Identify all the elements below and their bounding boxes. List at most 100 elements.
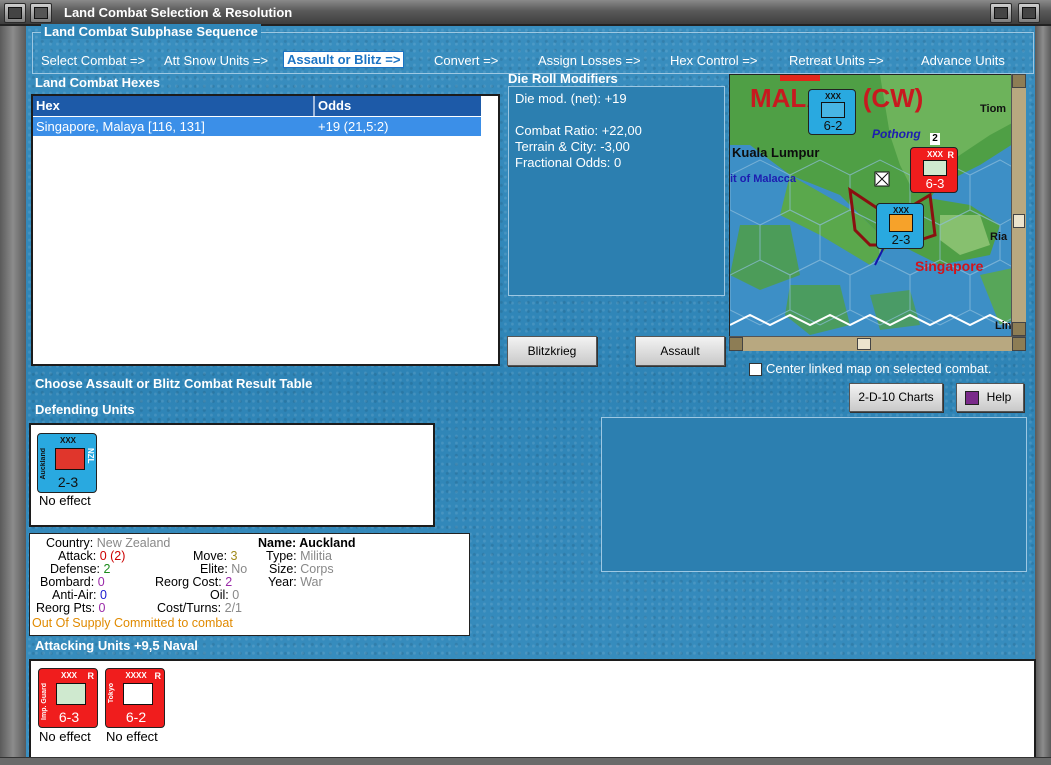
step-advance-units[interactable]: Advance Units	[921, 53, 1005, 68]
unit-size: XXX	[59, 436, 76, 445]
unit-name-vertical: Tokyo	[108, 683, 115, 704]
help-book-icon	[965, 391, 979, 405]
unit-details-panel: Country: New Zealand Attack: 0 (2) Defen…	[29, 533, 470, 636]
map-unit-auckland[interactable]: XXX 2-3	[876, 203, 924, 249]
map-vertical-scrollbar[interactable]	[1011, 74, 1026, 336]
detail-type: Type: Militia	[266, 549, 333, 563]
defending-label: Defending Units	[35, 402, 135, 417]
map-label-pothong: Pothong	[872, 127, 921, 141]
defending-unit-auckland[interactable]: XXX Auckland NZL 2-3	[37, 433, 97, 493]
minimize-button[interactable]	[30, 3, 52, 23]
map-label-malacca: it of Malacca	[730, 173, 797, 185]
unit-tag: R	[154, 671, 162, 681]
drm-label: Die Roll Modifiers	[508, 71, 618, 86]
drm-terrain-city: Terrain & City: -3,00	[515, 139, 630, 154]
dialog-content: Land Combat Subphase Sequence Select Com…	[26, 24, 1036, 765]
attacking-unit-imp-guard[interactable]: XXX R Imp. Guard 6-3	[38, 668, 98, 728]
detail-year: Year: War	[268, 575, 323, 589]
map-label-lin: Lin	[995, 320, 1012, 332]
subphase-steps: Select Combat => Att Snow Units => Assau…	[41, 51, 1031, 71]
militia-symbol-icon	[55, 448, 85, 470]
unit-strength: 6-2	[823, 118, 843, 133]
detail-status: Out Of Supply Committed to combat	[32, 616, 233, 630]
unit-strength: 2-3	[891, 232, 911, 247]
step-att-snow-units[interactable]: Att Snow Units =>	[164, 53, 268, 68]
blitzkrieg-button[interactable]: Blitzkrieg	[507, 336, 597, 366]
map-unit-sydney[interactable]: XXX 6-2	[808, 89, 856, 135]
col-odds-header[interactable]: Odds	[318, 98, 351, 113]
unit-size: XXX	[60, 671, 77, 680]
hexes-table[interactable]: Hex Odds Singapore, Malaya [116, 131] +1…	[31, 94, 500, 366]
defending-unit-result: No effect	[39, 493, 91, 508]
odds-cell: +19 (21,5:2)	[318, 119, 389, 134]
map-label-tiom: Tiom	[980, 103, 1007, 115]
unit-tag: R	[87, 671, 95, 681]
step-hex-control[interactable]: Hex Control =>	[670, 53, 757, 68]
col-hex-header[interactable]: Hex	[36, 98, 60, 113]
hexes-label: Land Combat Hexes	[35, 75, 160, 90]
restore-button[interactable]	[990, 3, 1012, 23]
detail-size: Size: Corps	[269, 562, 334, 576]
combat-fire-icon	[889, 214, 913, 232]
detail-antiair: Anti-Air: 0	[52, 588, 107, 602]
hexes-table-header: Hex Odds	[33, 96, 481, 116]
attacking-unit-result: No effect	[39, 729, 91, 744]
window-title: Land Combat Selection & Resolution	[64, 5, 293, 20]
help-button[interactable]: Help	[956, 383, 1024, 412]
scroll-up-icon[interactable]	[1012, 74, 1026, 88]
unit-strength: 6-3	[58, 709, 80, 725]
window-frame-right	[1035, 26, 1051, 765]
close-button[interactable]	[1018, 3, 1040, 23]
attacking-units-panel: XXX R Imp. Guard 6-3 No effect XXXX R To…	[29, 659, 1036, 765]
center-map-label[interactable]: Center linked map on selected combat.	[766, 361, 991, 376]
drm-combat-ratio: Combat Ratio: +22,00	[515, 123, 642, 138]
detail-reorg-cost: Reorg Cost: 2	[155, 575, 233, 589]
drm-panel: Die mod. (net): +19 Combat Ratio: +22,00…	[508, 86, 725, 296]
step-assign-losses[interactable]: Assign Losses =>	[538, 53, 641, 68]
unit-tag: R	[947, 150, 955, 160]
attacking-label: Attacking Units +9,5 Naval	[35, 638, 198, 653]
scroll-thumb[interactable]	[1013, 214, 1025, 228]
scroll-left-icon[interactable]	[729, 337, 743, 351]
step-select-combat[interactable]: Select Combat =>	[41, 53, 145, 68]
attacking-unit-tokyo[interactable]: XXXX R Tokyo 6-2	[105, 668, 165, 728]
system-menu-button[interactable]	[4, 3, 26, 23]
detail-cost-turns: Cost/Turns: 2/1	[157, 601, 243, 615]
linked-map[interactable]: MALAYA (CW) Kuala Lumpur it of Malacca P…	[729, 74, 1026, 350]
drm-net: Die mod. (net): +19	[515, 91, 627, 106]
assault-button[interactable]: Assault	[635, 336, 725, 366]
detail-defense: Defense: 2	[50, 562, 111, 576]
restore-icon	[994, 7, 1008, 19]
charts-button[interactable]: 2-D-10 Charts	[849, 383, 943, 412]
help-button-label: Help	[986, 390, 1012, 404]
column-divider[interactable]	[313, 96, 315, 116]
detail-name: Name: Auckland	[258, 536, 356, 550]
scroll-thumb[interactable]	[857, 338, 871, 350]
center-map-checkbox[interactable]	[749, 363, 762, 376]
unit-strength: 2-3	[57, 474, 79, 490]
subphase-sequence: Land Combat Subphase Sequence Select Com…	[32, 24, 1034, 74]
detail-reorg-pts: Reorg Pts: 0	[36, 601, 106, 615]
minimize-icon	[34, 7, 48, 19]
unit-nationality: NZL	[86, 448, 95, 464]
scroll-right-icon[interactable]	[1012, 337, 1026, 351]
map-unit-imp-guard[interactable]: XXX R 6-3	[910, 147, 958, 193]
detail-bombard: Bombard: 0	[40, 575, 105, 589]
unit-size: XXX	[926, 150, 943, 159]
step-retreat-units[interactable]: Retreat Units =>	[789, 53, 884, 68]
detail-attack: Attack: 0 (2)	[58, 549, 126, 563]
window-icon	[8, 7, 22, 19]
table-row[interactable]: Singapore, Malaya [116, 131] +19 (21,5:2…	[33, 117, 481, 136]
militia-symbol-icon	[821, 102, 845, 118]
choose-crt-label: Choose Assault or Blitz Combat Result Ta…	[35, 376, 313, 391]
scroll-down-icon[interactable]	[1012, 322, 1026, 336]
detail-country: Country: New Zealand	[46, 536, 171, 550]
unit-size: XXX	[824, 92, 841, 101]
defending-units-panel: XXX Auckland NZL 2-3 No effect	[29, 423, 435, 527]
step-convert[interactable]: Convert =>	[434, 53, 498, 68]
title-bar[interactable]: Land Combat Selection & Resolution	[0, 0, 1051, 26]
map-horizontal-scrollbar[interactable]	[729, 336, 1026, 351]
unit-strength: 6-2	[125, 709, 147, 725]
step-assault-or-blitz[interactable]: Assault or Blitz =>	[283, 51, 405, 68]
unit-size: XXXX	[125, 671, 147, 680]
